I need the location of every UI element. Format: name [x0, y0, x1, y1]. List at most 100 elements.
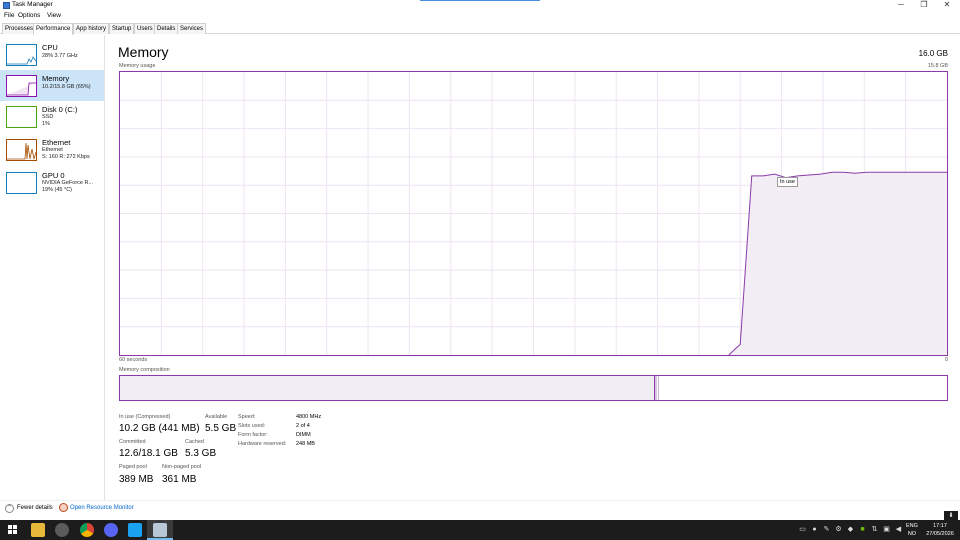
- tab-users[interactable]: Users: [134, 23, 156, 34]
- memory-usage-graph: [119, 71, 948, 356]
- close-button[interactable]: ✕: [937, 0, 957, 11]
- sidebar-item-detail: Ethernet: [42, 147, 63, 153]
- sidebar-item-detail: 28% 3.77 GHz: [42, 53, 78, 59]
- hardware-reserved-label: Hardware reserved:: [238, 441, 287, 447]
- speed-value: 4800 MHz: [296, 414, 322, 420]
- memory-composition-bar: [119, 375, 948, 401]
- in-use-tooltip: In use: [777, 177, 798, 187]
- time-axis-start: 60 seconds: [119, 357, 148, 363]
- title-accent-line: [420, 0, 540, 1]
- ethernet-thumbnail-graph: [6, 139, 37, 161]
- chevron-up-icon[interactable]: ⌃: [5, 504, 14, 513]
- network-icon[interactable]: ⇅: [870, 525, 879, 534]
- app-f-icon[interactable]: [128, 523, 142, 537]
- display-icon[interactable]: ▣: [882, 525, 891, 534]
- gamepad-icon[interactable]: ◆: [846, 525, 855, 534]
- volume-icon[interactable]: ◀: [894, 525, 903, 534]
- microphone-icon[interactable]: ●: [810, 525, 819, 534]
- gpu-thumbnail-graph: [6, 172, 37, 194]
- non-paged-pool-label: Non-paged pool: [162, 464, 202, 470]
- menu-options[interactable]: Options: [18, 12, 40, 19]
- menu-view[interactable]: View: [47, 12, 61, 19]
- non-paged-pool-value: 361 MB: [162, 474, 197, 485]
- clock-date: 27/05/2026: [926, 531, 954, 537]
- committed-value: 12.6/18.1 GB: [119, 448, 178, 459]
- sidebar-item-cpu[interactable]: CPU 28% 3.77 GHz: [0, 39, 104, 70]
- form-factor-label: Form factor:: [238, 432, 268, 438]
- hardware-reserved-value: 248 MB: [296, 441, 315, 447]
- system-clock[interactable]: 17:17 27/05/2026: [923, 522, 957, 538]
- sidebar-item-disk[interactable]: Disk 0 (C:) SSD 1%: [0, 101, 104, 132]
- window-title: Task Manager: [12, 1, 53, 8]
- fewer-details-button[interactable]: Fewer details: [17, 505, 53, 511]
- tablet-icon[interactable]: ▭: [798, 525, 807, 534]
- tab-app-history[interactable]: App history: [73, 23, 110, 34]
- footer-bar: ⌃ Fewer details Open Resource Monitor ⬇: [0, 500, 960, 521]
- composition-standby-segment: [657, 376, 935, 400]
- in-use-label: In use (Compressed): [119, 414, 171, 420]
- language-secondary: NO: [907, 531, 917, 537]
- committed-label: Committed: [119, 439, 146, 445]
- language-indicator[interactable]: ENG NO: [906, 522, 918, 538]
- title-bar: Task Manager ─ ❐ ✕: [0, 0, 960, 11]
- form-factor-value: DIMM: [296, 432, 311, 438]
- memory-usage-area: [728, 172, 947, 355]
- sidebar-item-detail: 19% (45 °C): [42, 187, 73, 193]
- sidebar-item-ethernet[interactable]: Ethernet Ethernet S: 160 R: 272 Kbps: [0, 134, 104, 165]
- slots-used-label: Slots used:: [238, 423, 266, 429]
- sidebar-item-memory[interactable]: Memory 10.2/15.8 GB (65%): [0, 70, 104, 101]
- steam-icon[interactable]: [55, 523, 69, 537]
- page-title: Memory: [118, 44, 169, 60]
- available-value: 5.5 GB: [205, 423, 237, 434]
- cpu-thumbnail-graph: [6, 44, 37, 66]
- performance-sidebar: CPU 28% 3.77 GHz Memory 10.2/15.8 GB (65…: [0, 35, 105, 500]
- composition-in-use-segment: [120, 376, 656, 400]
- windows-taskbar: ▭ ● ✎ ⚙ ◆ ■ ⇅ ▣ ◀ ENG NO 17:17 27/05/202…: [0, 520, 960, 540]
- sidebar-item-detail: NVIDIA GeForce R...: [42, 180, 94, 186]
- language-primary: ENG: [906, 523, 918, 529]
- tab-processes[interactable]: Processes: [2, 23, 37, 34]
- task-manager-app-icon: [3, 2, 10, 9]
- resource-monitor-icon: [59, 503, 68, 512]
- sidebar-item-title: CPU: [42, 43, 58, 52]
- sidebar-item-detail: 1%: [42, 121, 50, 127]
- settings-gear-icon[interactable]: ⚙: [834, 525, 843, 534]
- total-memory: 16.0 GB: [918, 49, 948, 58]
- tab-services[interactable]: Services: [177, 23, 207, 34]
- sidebar-item-detail: SSD: [42, 114, 54, 120]
- slots-used-value: 2 of 4: [296, 423, 310, 429]
- sidebar-item-detail: S: 160 R: 272 Kbps: [42, 154, 90, 160]
- memory-usage-label: Memory usage: [119, 63, 156, 69]
- cached-value: 5.3 GB: [185, 448, 217, 459]
- paged-pool-value: 389 MB: [119, 474, 154, 485]
- available-label: Available: [205, 414, 228, 420]
- pen-icon[interactable]: ✎: [822, 525, 831, 534]
- cached-label: Cached: [185, 439, 204, 445]
- taskbar-task-manager-button[interactable]: [147, 520, 173, 540]
- windows-start-icon[interactable]: [8, 525, 17, 534]
- sidebar-item-title: Ethernet: [42, 138, 71, 147]
- tab-details[interactable]: Details: [154, 23, 179, 34]
- nvidia-icon[interactable]: ■: [858, 525, 867, 534]
- restore-button[interactable]: ❐: [914, 0, 934, 11]
- memory-usage-chart: [120, 72, 947, 355]
- paged-pool-label: Paged pool: [119, 464, 147, 470]
- minimize-button[interactable]: ─: [891, 0, 911, 11]
- tab-performance[interactable]: Performance: [33, 23, 74, 35]
- memory-thumbnail-graph: [6, 75, 37, 97]
- sidebar-item-title: GPU 0: [42, 171, 65, 180]
- time-axis-end: 0: [944, 357, 948, 363]
- sidebar-item-gpu[interactable]: GPU 0 NVIDIA GeForce R... 19% (45 °C): [0, 167, 104, 198]
- disk-thumbnail-graph: [6, 106, 37, 128]
- clock-time: 17:17: [933, 523, 947, 529]
- tab-startup[interactable]: Startup: [109, 23, 135, 34]
- sidebar-item-detail: 10.2/15.8 GB (65%): [42, 84, 91, 90]
- task-manager-icon: [153, 523, 167, 537]
- memory-composition-label: Memory composition: [119, 367, 170, 373]
- file-explorer-icon[interactable]: [31, 523, 45, 537]
- speed-label: Speed:: [238, 414, 256, 420]
- discord-icon[interactable]: [104, 523, 118, 537]
- menu-file[interactable]: File: [4, 12, 14, 19]
- chrome-icon[interactable]: [80, 523, 94, 537]
- open-resource-monitor-link[interactable]: Open Resource Monitor: [70, 505, 134, 511]
